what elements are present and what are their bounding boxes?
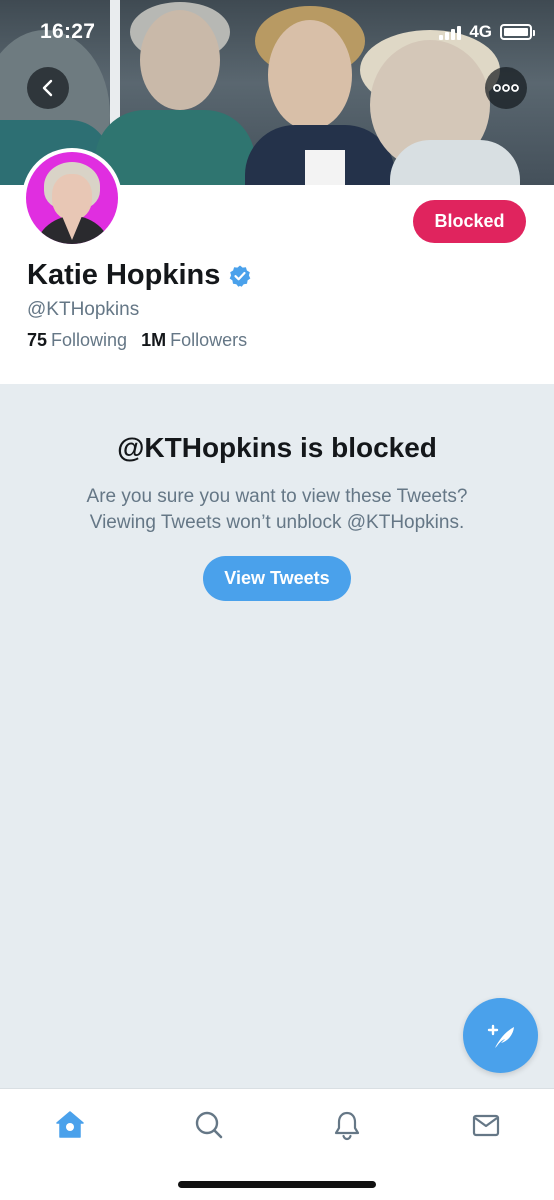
following-stat[interactable]: 75 Following [27, 330, 127, 351]
blocked-notice-title: @KTHopkins is blocked [117, 432, 437, 463]
blocked-button[interactable]: Blocked [413, 200, 526, 243]
blocked-notice-line: Are you sure you want to view these Twee… [86, 486, 468, 507]
tab-notifications[interactable] [327, 1107, 367, 1143]
display-name: Katie Hopkins [27, 259, 221, 291]
banner-figure [390, 140, 520, 185]
more-horizontal-icon [493, 84, 519, 92]
signal-icon [439, 24, 462, 40]
compose-tweet-button[interactable] [463, 998, 538, 1073]
compose-tweet-icon [487, 1024, 514, 1048]
chevron-left-icon [42, 79, 53, 97]
followers-stat[interactable]: 1M Followers [141, 330, 247, 351]
following-count: 75 [27, 330, 48, 350]
screen: 16:27 4G Blocked Katie Hopkins @KTHopkin… [0, 0, 554, 1200]
tab-messages[interactable] [466, 1107, 506, 1143]
tab-home[interactable] [50, 1107, 90, 1143]
display-name-row: Katie Hopkins [27, 259, 252, 292]
search-icon [195, 1111, 223, 1139]
status-bar: 16:27 4G [0, 0, 554, 66]
verified-badge-icon [230, 265, 251, 287]
followers-label: Followers [170, 330, 248, 350]
avatar[interactable] [22, 148, 122, 248]
blocked-notice-line: Viewing Tweets won’t unblock @KTHopkins. [89, 512, 465, 533]
followers-count: 1M [141, 330, 167, 350]
blocked-notice: @KTHopkins is blocked Are you sure you w… [0, 384, 554, 601]
bell-icon [334, 1111, 360, 1141]
profile-handle: @KTHopkins [27, 299, 140, 320]
profile-stats: 75 Following 1M Followers [27, 330, 247, 351]
battery-icon [500, 24, 535, 40]
more-options-button[interactable] [485, 67, 527, 109]
back-button[interactable] [27, 67, 69, 109]
mail-icon [472, 1114, 500, 1137]
home-indicator [178, 1181, 376, 1188]
tab-search[interactable] [189, 1107, 229, 1143]
following-label: Following [51, 330, 128, 350]
home-icon [56, 1111, 84, 1138]
network-type: 4G [469, 22, 492, 41]
view-tweets-button[interactable]: View Tweets [203, 556, 351, 601]
status-indicators: 4G [439, 22, 535, 42]
blocked-notice-text: Are you sure you want to view these Twee… [0, 484, 554, 536]
status-time: 16:27 [40, 20, 96, 43]
banner-figure [305, 150, 345, 185]
avatar-image [26, 152, 118, 244]
banner-figure [95, 110, 255, 185]
